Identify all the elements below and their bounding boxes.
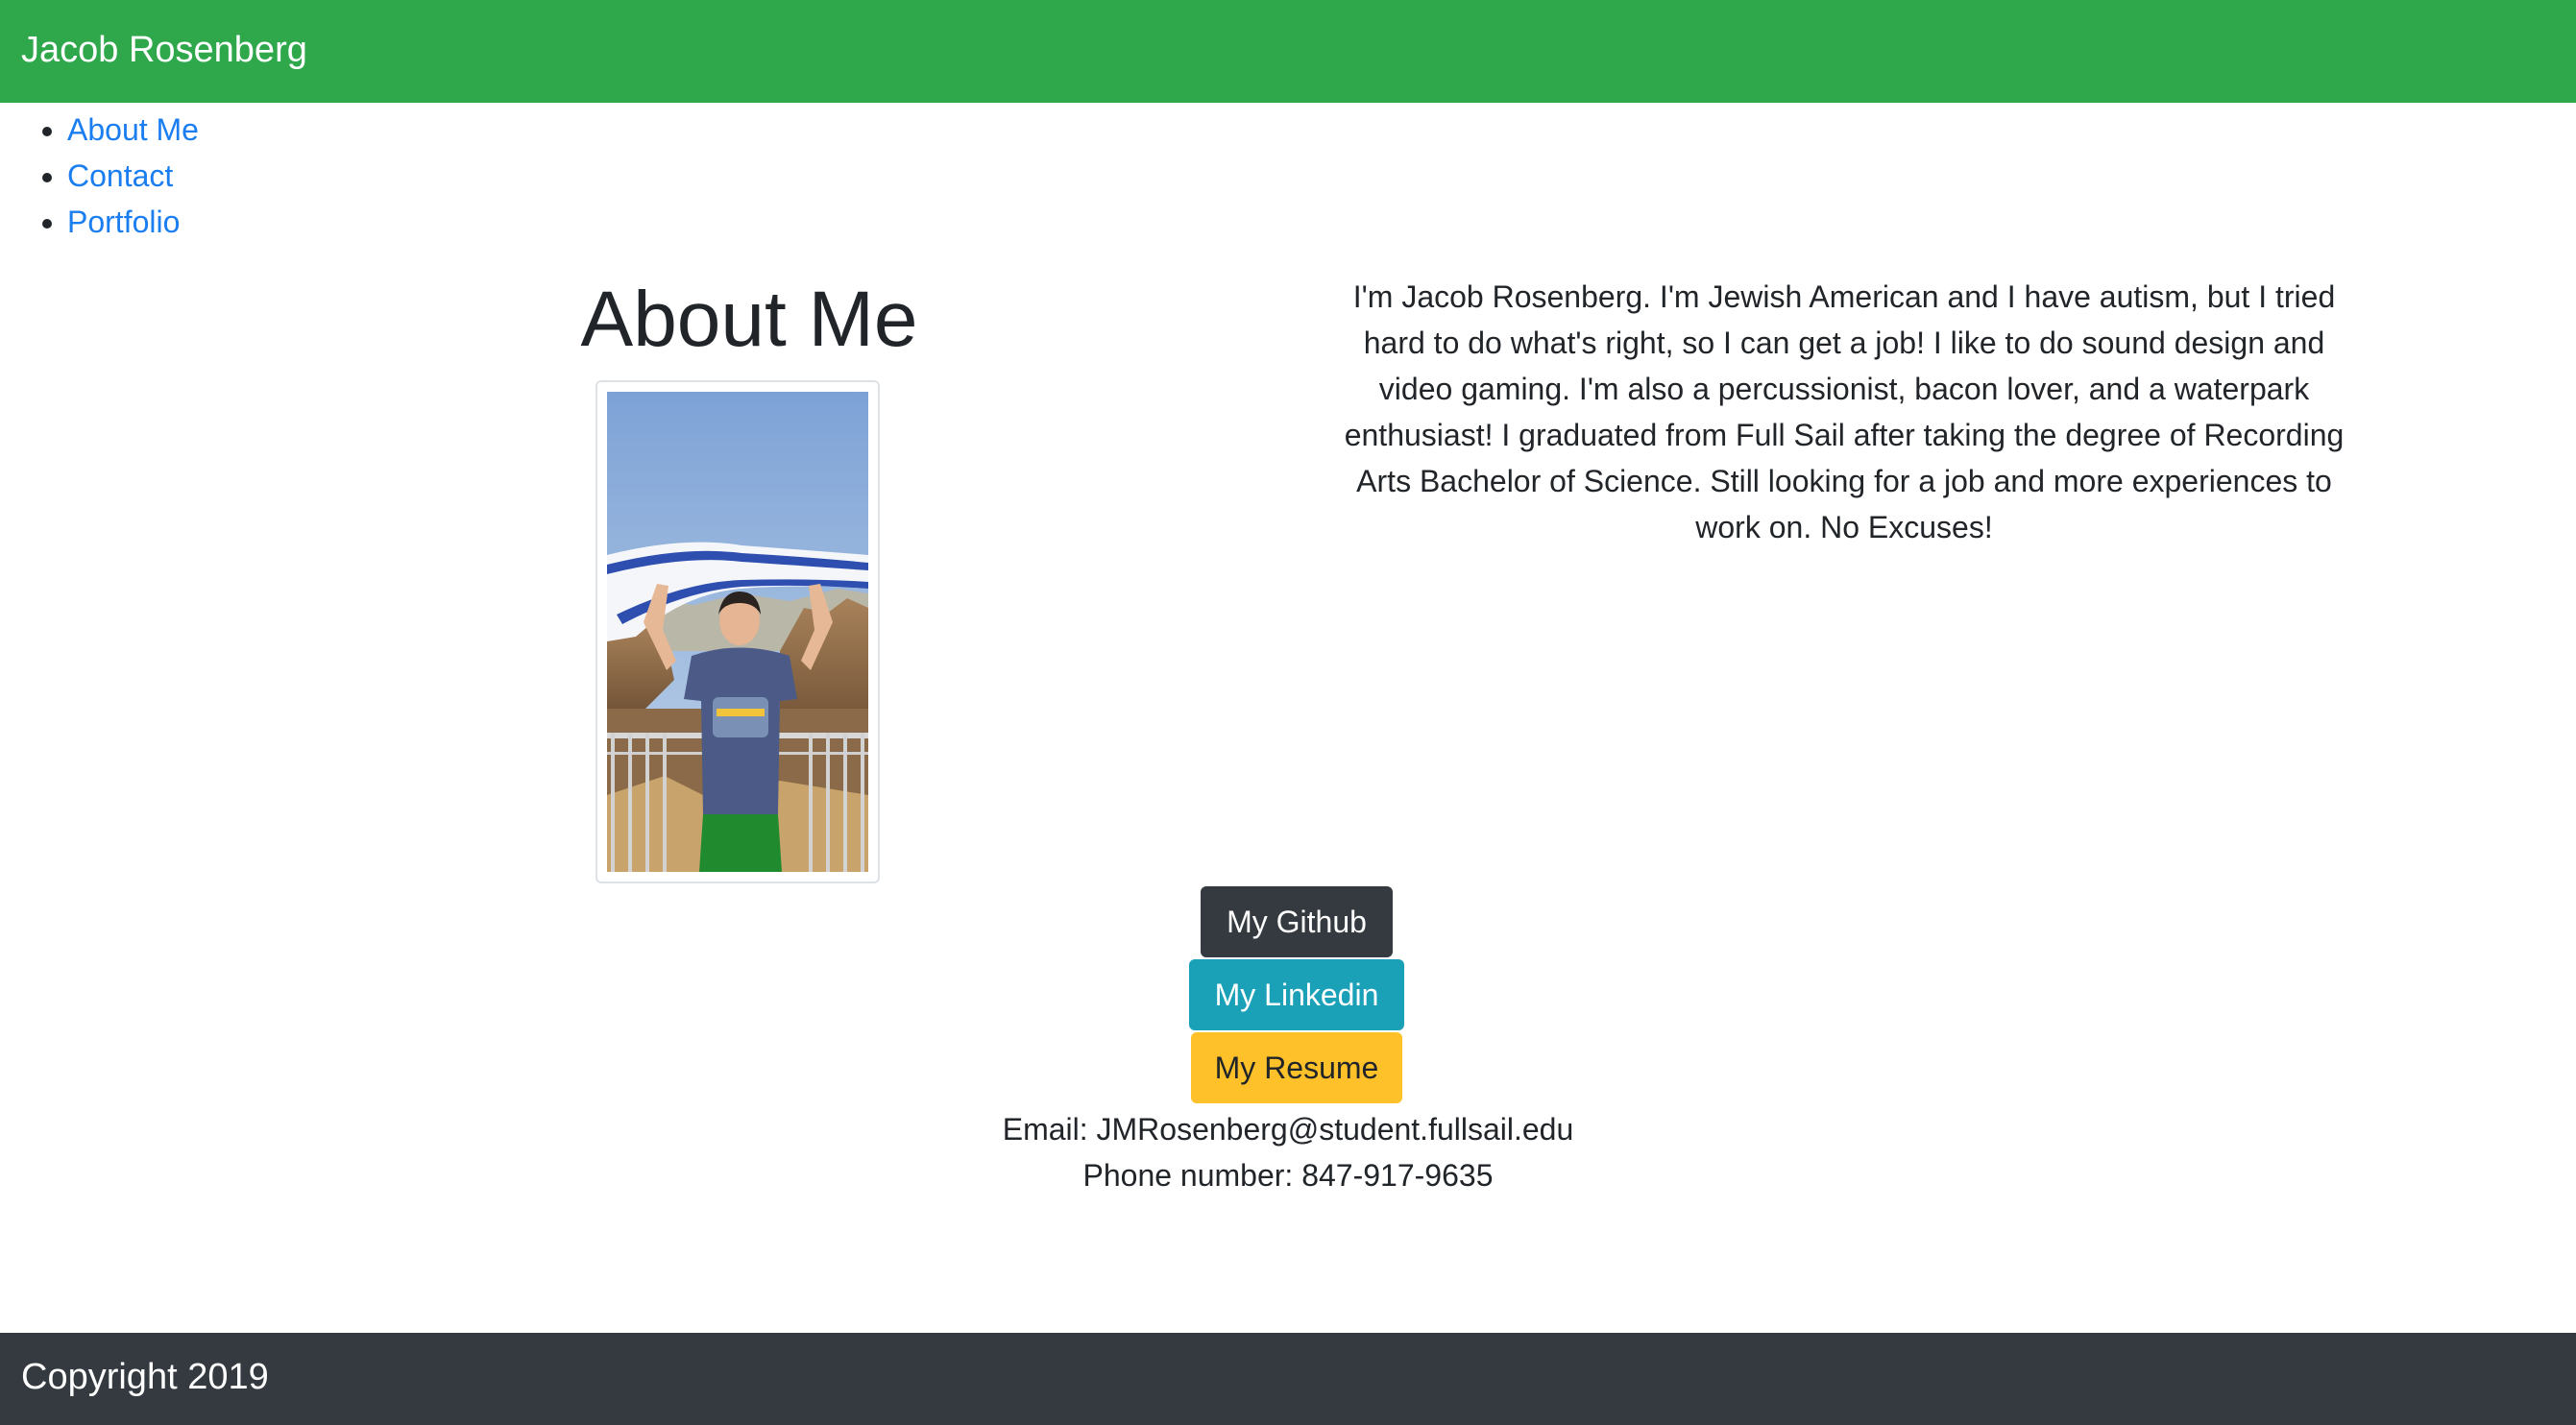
nav-link-portfolio[interactable]: Portfolio — [67, 205, 180, 239]
resume-button[interactable]: My Resume — [1191, 1032, 1402, 1103]
github-button[interactable]: My Github — [1201, 886, 1393, 957]
nav-item-about-me: About Me — [67, 107, 199, 153]
nav-item-contact: Contact — [67, 153, 199, 199]
brand-title[interactable]: Jacob Rosenberg — [21, 27, 307, 73]
phone-text: Phone number: 847-917-9635 — [1082, 1158, 1494, 1193]
copyright-text: Copyright 2019 — [21, 1357, 269, 1397]
top-navbar: Jacob Rosenberg — [0, 0, 2576, 103]
nav-link-about-me[interactable]: About Me — [67, 112, 199, 147]
profile-photo-frame — [595, 380, 880, 883]
profile-photo — [607, 392, 868, 872]
nav-item-portfolio: Portfolio — [67, 199, 199, 245]
linkedin-button[interactable]: My Linkedin — [1189, 959, 1404, 1030]
email-text: Email: JMRosenberg@student.fullsail.edu — [1002, 1112, 1574, 1147]
nav-link-contact[interactable]: Contact — [67, 158, 173, 193]
nav-list: About Me Contact Portfolio — [0, 107, 199, 245]
bio-text: I'm Jacob Rosenberg. I'm Jewish American… — [1344, 279, 2345, 544]
footer: Copyright 2019 — [0, 1333, 2576, 1425]
about-me-heading: About Me — [580, 276, 918, 363]
